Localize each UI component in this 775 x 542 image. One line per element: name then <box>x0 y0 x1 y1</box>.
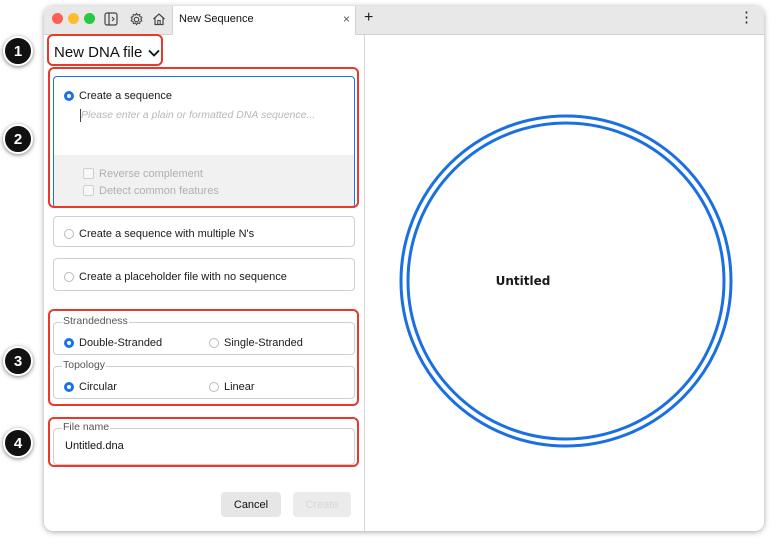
callout-badge-4: 4 <box>3 428 33 458</box>
callout-badge-1: 1 <box>3 36 33 66</box>
callout-badge-2: 2 <box>3 124 33 154</box>
callout-badge-3: 3 <box>3 346 33 376</box>
callout-frame-3 <box>48 309 359 406</box>
callout-frame-1 <box>47 34 163 66</box>
callout-frame-4 <box>48 417 359 467</box>
callout-frame-2 <box>48 67 359 208</box>
map-title: Untitled <box>495 274 551 288</box>
